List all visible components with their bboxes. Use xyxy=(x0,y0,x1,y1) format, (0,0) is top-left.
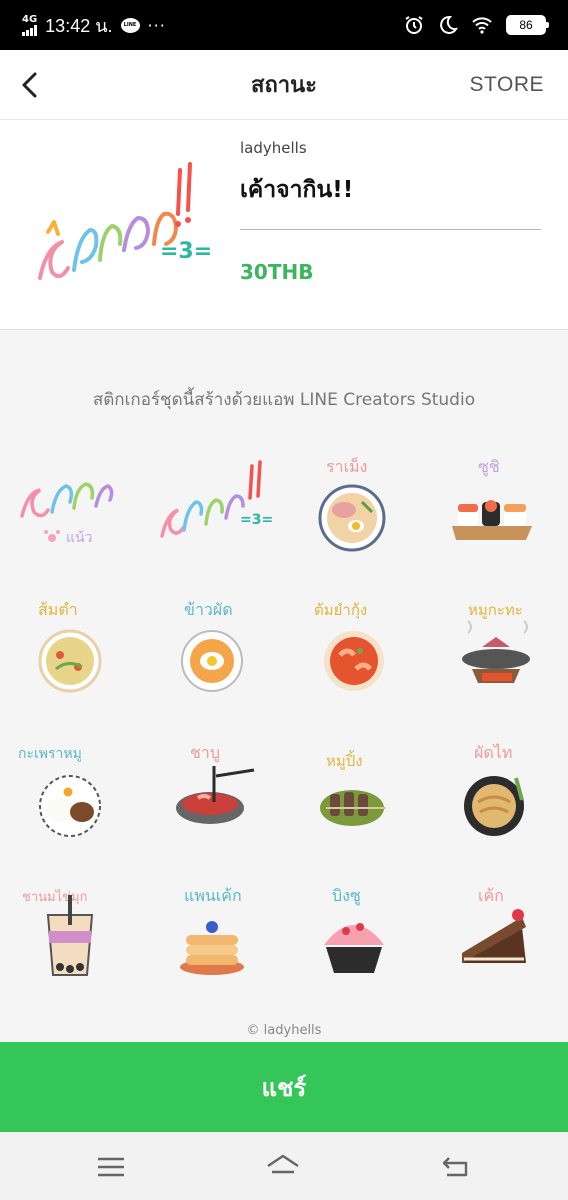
shabu-sticker-icon: ชาบู xyxy=(176,743,255,824)
sticker-eat[interactable]: =3= xyxy=(142,440,284,570)
svg-text:=3=: =3= xyxy=(240,512,272,528)
home-icon[interactable] xyxy=(266,1152,300,1182)
cake-sticker-icon: เค้ก xyxy=(462,886,526,963)
menu-icon[interactable] xyxy=(94,1152,128,1182)
back-arrow-icon[interactable] xyxy=(18,71,42,99)
signal-icon: 4G xyxy=(22,13,38,36)
sticker-basil-pork[interactable]: กะเพราหมู xyxy=(0,726,142,856)
svg-text:หมูกะทะ: หมูกะทะ xyxy=(468,601,523,619)
main-sticker-image[interactable]: =3= xyxy=(30,140,210,300)
divider xyxy=(240,229,541,230)
hungry-text-sticker-icon: แน้ว xyxy=(20,482,114,546)
svg-text:ราเม็ง: ราเม็ง xyxy=(326,456,367,476)
sticker-tom-yum[interactable]: ต้มยำกุ้ง xyxy=(284,583,426,713)
alarm-icon xyxy=(405,16,423,34)
copyright-text: © ladyhells xyxy=(246,1023,322,1038)
sticker-set-name: เค้าจากิน!! xyxy=(240,177,354,203)
svg-text:แน้ว: แน้ว xyxy=(66,530,92,546)
svg-text:แพนเค้ก: แพนเค้ก xyxy=(184,886,242,905)
tom-yum-sticker-icon: ต้มยำกุ้ง xyxy=(314,601,384,691)
pancake-sticker-icon: แพนเค้ก xyxy=(180,886,244,975)
grilled-pork-sticker-icon: หมูปิ้ง xyxy=(320,750,386,826)
sticker-bingsu[interactable]: บิงซู xyxy=(284,869,426,999)
app-header: สถานะ STORE xyxy=(0,50,568,120)
ramen-sticker-icon: ราเม็ง xyxy=(318,456,386,552)
back-icon[interactable] xyxy=(439,1152,473,1182)
sticker-cake[interactable]: เค้ก xyxy=(426,869,568,999)
svg-text:ชานมไข่มุก: ชานมไข่มุก xyxy=(22,889,87,905)
creators-studio-note: สติกเกอร์ชุดนี้สร้างด้วยแอพ LINE Creator… xyxy=(92,390,476,410)
sticker-sushi[interactable]: ซูชิ xyxy=(426,440,568,570)
store-button[interactable]: STORE xyxy=(470,73,544,97)
papaya-salad-sticker-icon: ส้มตำ xyxy=(38,600,102,693)
sticker-hungry[interactable]: แน้ว xyxy=(0,440,142,570)
svg-text:ต้มยำกุ้ง: ต้มยำกุ้ง xyxy=(314,601,367,620)
pad-thai-sticker-icon: ผัดไท xyxy=(464,743,524,836)
creator-name[interactable]: ladyhells xyxy=(240,139,307,157)
bubble-tea-sticker-icon: ชานมไข่มุก xyxy=(22,889,94,976)
svg-text:ผัดไท: ผัดไท xyxy=(474,743,512,762)
network-type: 4G xyxy=(22,13,38,25)
price-label: 30THB xyxy=(240,260,314,284)
wifi-icon xyxy=(472,17,492,34)
svg-text:ชาบู: ชาบู xyxy=(190,743,220,763)
svg-text:กะเพราหมู: กะเพราหมู xyxy=(18,746,82,762)
basil-pork-sticker-icon: กะเพราหมู xyxy=(18,746,101,837)
status-bar: 4G 13:42 น. LINE ··· 86 xyxy=(0,0,568,50)
sushi-sticker-icon: ซูชิ xyxy=(452,457,532,540)
eat-text-sticker-icon: =3= xyxy=(160,460,272,538)
sticker-grilled-pork[interactable]: หมูปิ้ง xyxy=(284,726,426,856)
do-not-disturb-moon-icon xyxy=(440,15,458,34)
sticker-fried-rice[interactable]: ข้าวผัด xyxy=(142,583,284,713)
battery-icon: 86 xyxy=(506,15,549,35)
sticker-ramen[interactable]: ราเม็ง xyxy=(284,440,426,570)
svg-text:ซูชิ: ซูชิ xyxy=(478,457,500,477)
sticker-bbq-grill[interactable]: หมูกะทะ xyxy=(426,583,568,713)
svg-text:เค้ก: เค้ก xyxy=(478,886,504,905)
clock: 13:42 น. xyxy=(45,15,113,36)
svg-text:=3=: =3= xyxy=(160,239,210,264)
sticker-pad-thai[interactable]: ผัดไท xyxy=(426,726,568,856)
sticker-bubble-tea[interactable]: ชานมไข่มุก xyxy=(0,869,142,999)
more-notifications-icon: ··· xyxy=(147,15,166,35)
page-title: สถานะ xyxy=(251,73,317,98)
bbq-grill-sticker-icon: หมูกะทะ xyxy=(462,601,530,683)
fried-rice-sticker-icon: ข้าวผัด xyxy=(181,600,243,692)
svg-text:ข้าวผัด: ข้าวผัด xyxy=(184,600,233,619)
svg-text:หมูปิ้ง: หมูปิ้ง xyxy=(326,750,363,770)
svg-text:ส้มตำ: ส้มตำ xyxy=(38,600,78,619)
sticker-papaya-salad[interactable]: ส้มตำ xyxy=(0,583,142,713)
battery-level: 86 xyxy=(519,18,533,32)
sticker-product-card: =3= ladyhells เค้าจากิน!! 30THB xyxy=(0,120,568,330)
sticker-pancake[interactable]: แพนเค้ก xyxy=(142,869,284,999)
system-nav-bar xyxy=(0,1132,568,1200)
sticker-shabu[interactable]: ชาบู xyxy=(142,726,284,856)
svg-text:บิงซู: บิงซู xyxy=(332,886,361,906)
line-notification-icon: LINE xyxy=(120,17,140,33)
bingsu-sticker-icon: บิงซู xyxy=(324,886,384,973)
share-button[interactable]: แชร์ xyxy=(0,1042,568,1132)
